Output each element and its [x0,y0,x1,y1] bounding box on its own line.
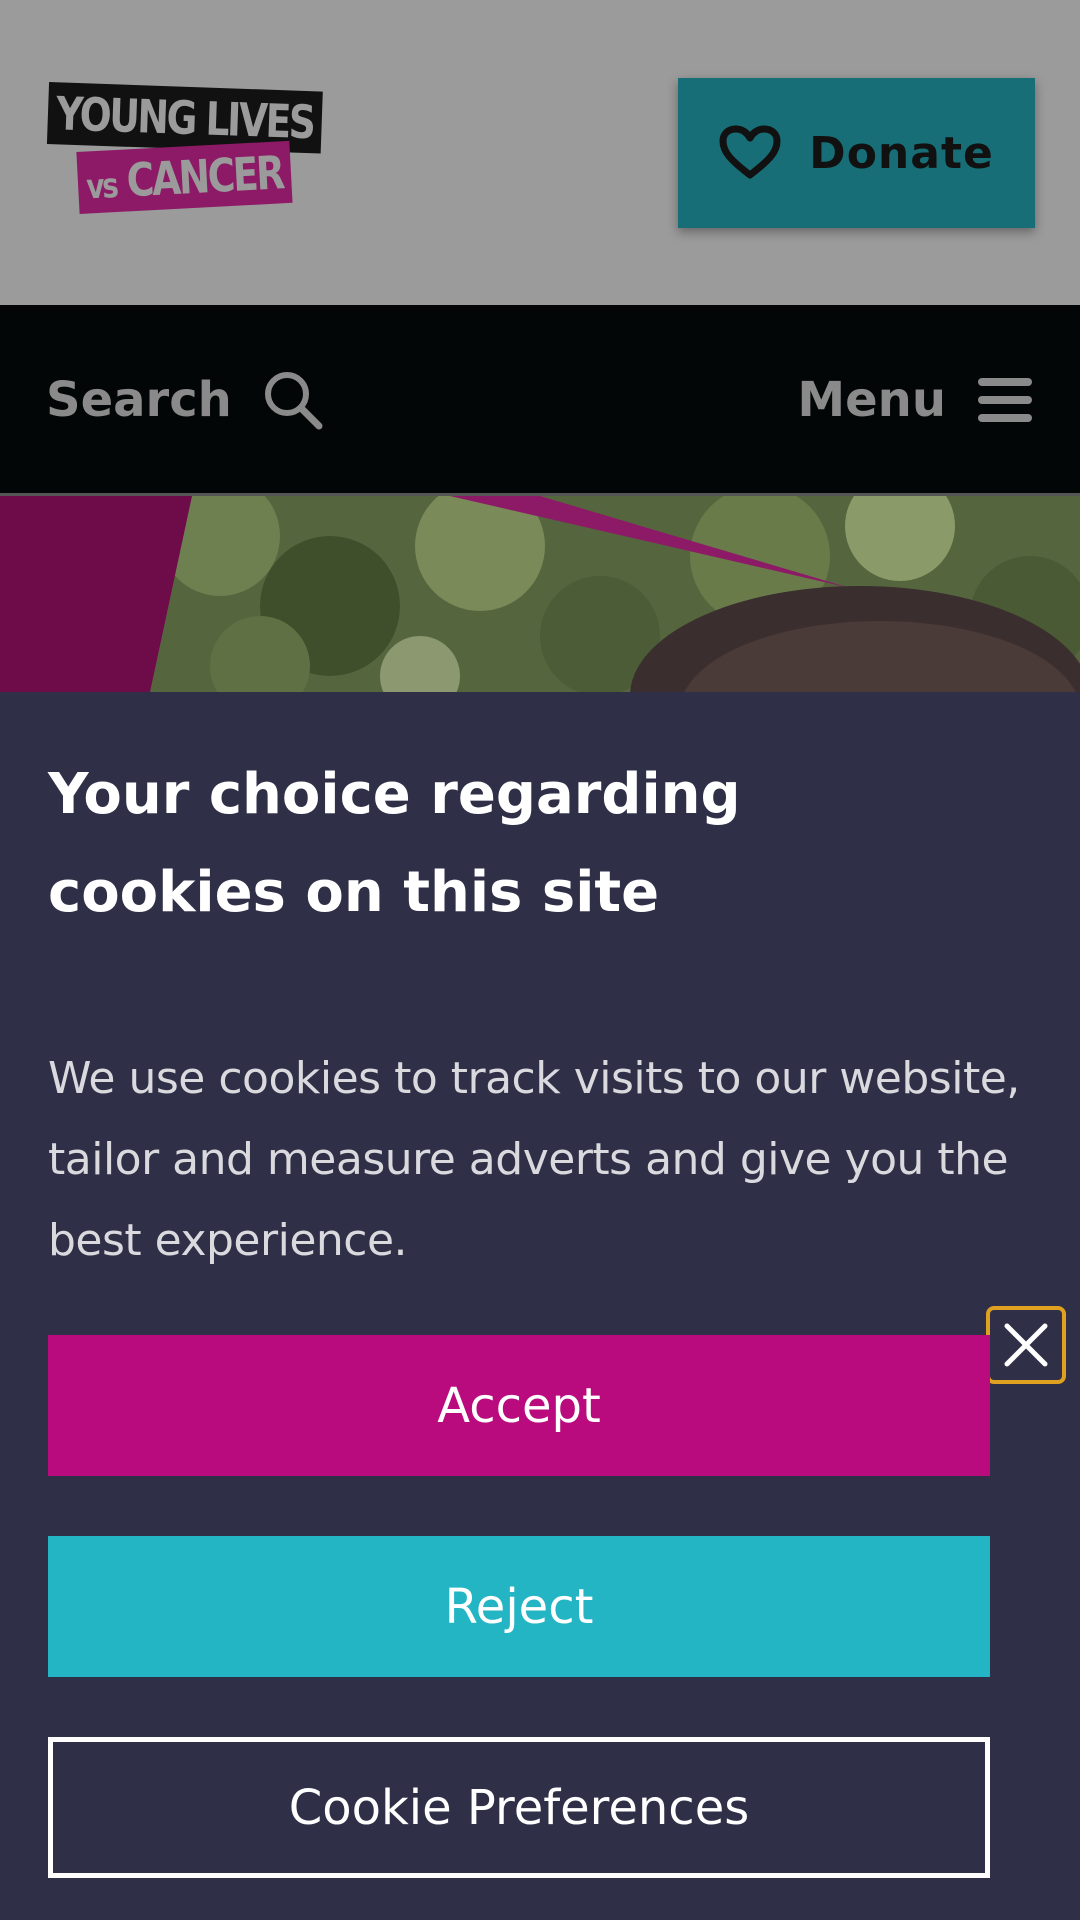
logo-line-2: vs CANCER [76,140,293,214]
hero-image [0,496,1080,692]
search-button[interactable]: Search [46,360,324,440]
search-icon [264,372,323,430]
cookie-consent-dialog: Your choice regarding cookies on this si… [0,692,1080,1920]
close-icon [1004,1323,1048,1367]
search-label: Search [46,372,232,428]
cookie-title: Your choice regarding cookies on this si… [48,762,741,925]
page: YOUNG LIVES vs CANCER Donate Search Menu [0,0,1080,1920]
hamburger-icon [978,378,1032,422]
logo-cancer: CANCER [125,145,285,208]
menu-label: Menu [797,372,946,428]
nav-bar: Search Menu [0,305,1080,496]
donate-button[interactable]: Donate [678,78,1035,228]
close-button[interactable] [986,1306,1066,1384]
accept-button[interactable]: Accept [48,1335,990,1476]
heart-icon [719,125,781,179]
cookie-description: We use cookies to track visits to our we… [48,1053,1020,1266]
reject-button[interactable]: Reject [48,1536,990,1677]
logo-vs: vs [85,166,118,208]
site-header: YOUNG LIVES vs CANCER Donate [0,0,1080,305]
hero-photo [0,496,1080,692]
young-lives-vs-cancer-logo[interactable]: YOUNG LIVES vs CANCER [46,78,336,228]
cookie-preferences-button[interactable]: Cookie Preferences [48,1737,990,1878]
donate-label: Donate [809,127,994,179]
menu-button[interactable]: Menu [797,360,1032,440]
